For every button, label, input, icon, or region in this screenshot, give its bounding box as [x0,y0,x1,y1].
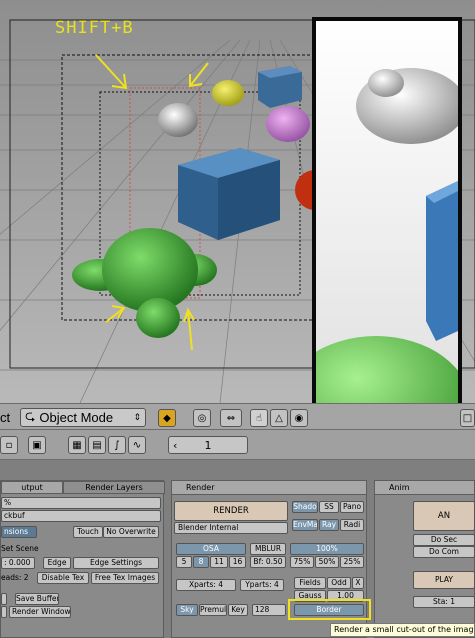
no-overwrite-button[interactable]: No Overwrite [103,526,159,538]
rotate-icon[interactable]: ◉ [290,409,308,427]
pivot-icon[interactable]: ◎ [193,409,211,427]
curve-icon[interactable]: ∫ [108,436,126,454]
render-settings-icon[interactable]: ▤ [88,436,106,454]
chevron-updown-icon: ⇕ [133,412,141,423]
osa-16-button[interactable]: 16 [229,556,246,568]
ray-button[interactable]: Ray [319,519,339,531]
threads-label: eads: 2 [1,573,29,582]
manipulator-icon[interactable]: ⇔ [220,409,242,427]
output-panel: utput Render Layers % ckbuf nsions Touch… [0,480,165,638]
size-75-button[interactable]: 75% [290,556,314,568]
size-100-button[interactable]: 100% [290,543,364,555]
frame-number: 1 [204,438,212,452]
layer-icon[interactable]: □ [460,409,475,427]
chevron-left-icon[interactable]: ‹ [173,439,177,452]
translate-icon[interactable]: △ [270,409,288,427]
pano-button[interactable]: Pano [340,501,364,513]
render-window-preview [312,17,462,463]
premul-button[interactable]: Premul [199,604,227,616]
backbuf-field[interactable]: ckbuf [1,510,161,522]
sss-button[interactable]: SS [319,501,339,513]
mode-label: Object Mode [39,410,114,425]
size-25-button[interactable]: 25% [340,556,364,568]
xparts-field[interactable]: Xparts: 4 [176,579,236,591]
osa-5-button[interactable]: 5 [176,556,192,568]
tab-output[interactable]: utput [1,481,63,494]
touch-button[interactable]: Touch [73,526,103,538]
scene-icon[interactable]: ▦ [68,436,86,454]
render-window-select[interactable]: Render Window [9,606,71,618]
osa-11-button[interactable]: 11 [210,556,228,568]
anim-panel-title: Anim [375,481,474,495]
render-panel-title: Render [172,481,366,495]
start-frame-field[interactable]: Sta: 1 [413,596,475,608]
odd-button[interactable]: Odd [327,577,351,589]
border-highlight [288,599,371,620]
render-window-toggle[interactable] [1,606,7,618]
key-button[interactable]: Key [228,604,248,616]
mblur-button[interactable]: MBLUR [250,543,286,555]
mode-select[interactable]: ⮎ Object Mode ⇕ [20,408,146,427]
tooltip: Render a small cut-out of the image (S [330,623,475,637]
buttons-panels: utput Render Layers % ckbuf nsions Touch… [0,460,475,638]
buttons-window-header: ▫ ▣ ▦ ▤ ∫ ∿ ‹ 1 › [0,430,475,460]
sequencer-icon[interactable]: ∿ [128,436,146,454]
bit-depth-select[interactable]: 128 [252,604,286,616]
output-path-field[interactable]: % [1,497,161,509]
anim-button[interactable]: AN [413,501,475,531]
envmap-button[interactable]: EnvMa [292,519,318,531]
do-sequence-button[interactable]: Do Sec [413,534,475,546]
render-engine-select[interactable]: Blender Internal [174,522,288,534]
save-buffers-toggle[interactable] [1,593,7,605]
edge-int-field[interactable]: : 0.000 [1,557,35,569]
window-type-label: ct [0,410,11,425]
do-composite-button[interactable]: Do Com [413,546,475,558]
draw-type-icon[interactable]: ◆ [158,409,176,427]
sky-button[interactable]: Sky [176,604,198,616]
tab-render-layers[interactable]: Render Layers [63,481,165,494]
size-50-button[interactable]: 50% [315,556,339,568]
object-mode-icon: ⮎ [25,407,36,423]
viewport-header: ct ⮎ Object Mode ⇕ ◆ ◎ ⇔ ☝ △ ◉ □ [0,403,475,430]
frame-number-field[interactable]: ‹ 1 › [168,436,248,454]
x-button[interactable]: X [352,577,364,589]
play-button[interactable]: PLAY [413,571,475,589]
hand-icon[interactable]: ☝ [250,409,268,427]
radio-button[interactable]: Radi [340,519,364,531]
edge-button[interactable]: Edge [43,557,71,569]
shadow-button[interactable]: Shado [292,501,318,513]
render-preview-image [316,21,458,459]
image-icon[interactable]: ▣ [28,436,46,454]
edge-settings-button[interactable]: Edge Settings [73,557,159,569]
blur-factor-field[interactable]: Bf: 0.50 [250,556,286,568]
osa-8-button[interactable]: 8 [193,556,209,568]
osa-button[interactable]: OSA [176,543,246,555]
panel-icon[interactable]: ▫ [0,436,18,454]
render-button[interactable]: RENDER [174,501,288,521]
disable-tex-button[interactable]: Disable Tex [37,572,89,584]
free-tex-images-button[interactable]: Free Tex Images [91,572,159,584]
set-scene-label: Set Scene [1,544,39,553]
yparts-field[interactable]: Yparts: 4 [240,579,284,591]
anim-panel: Anim AN Do Sec Do Com PLAY Sta: 1 [374,480,475,638]
extensions-toggle[interactable]: nsions [1,526,37,538]
shortcut-annotation: SHIFT+B [55,18,134,38]
save-buffers-button[interactable]: Save Buffers [15,593,59,605]
fields-button[interactable]: Fields [294,577,326,589]
